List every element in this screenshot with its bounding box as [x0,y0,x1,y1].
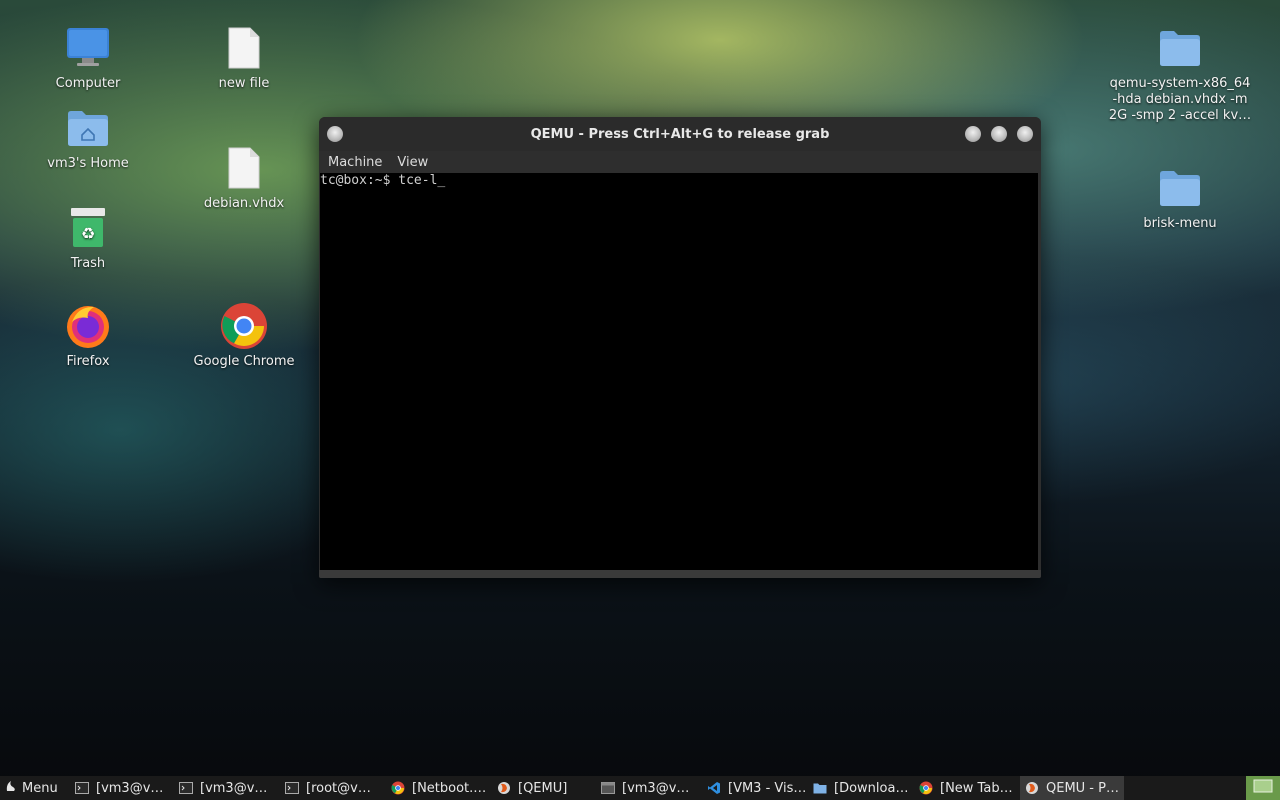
qemu-window-title: QEMU - Press Ctrl+Alt+G to release grab [530,126,830,142]
desktop-icon-label: Trash [70,256,106,271]
menu-machine[interactable]: Machine [328,155,382,170]
task-button[interactable]: [VM3 - Vis… [702,776,808,800]
menu-label: Menu [22,780,58,796]
folder-icon [1156,24,1204,72]
task-button[interactable]: [QEMU] [492,776,596,800]
terminal-icon [178,780,194,796]
maximize-button[interactable] [991,126,1007,142]
desktop-icon-trash[interactable]: ♻ Trash [23,204,153,272]
desktop-icon-label: vm3's Home [47,156,129,171]
desktop-icon-brisk-menu[interactable]: brisk-menu [1115,164,1245,232]
desktop-icon-label: qemu-system-x86_64 -hda debian.vhdx -m 2… [1108,76,1252,123]
taskbar: Menu [vm3@v… [vm3@v… [root@v… [Netboot.…… [0,776,1280,800]
desktop-icon-label: Computer [55,76,121,91]
qemu-window[interactable]: QEMU - Press Ctrl+Alt+G to release grab … [319,117,1041,578]
task-button[interactable]: [vm3@v… [174,776,280,800]
close-button[interactable] [1017,126,1033,142]
window-icon [600,780,616,796]
chrome-icon [918,780,934,796]
desktop-icon-new-file[interactable]: new file [179,24,309,92]
desktop-icon-label: debian.vhdx [203,196,285,211]
desktop-icon-label: Firefox [66,354,110,369]
file-icon [220,144,268,192]
desktop-icon-computer[interactable]: Computer [23,24,153,92]
file-icon [220,24,268,72]
task-button[interactable]: [root@v… [280,776,386,800]
task-label: [New Tab… [940,780,1013,796]
qemu-icon [496,780,512,796]
vscode-icon [706,780,722,796]
chrome-icon [220,302,268,350]
svg-text:♻: ♻ [81,224,95,243]
task-label: [QEMU] [518,780,568,796]
qemu-menubar: Machine View [319,151,1041,173]
desktop-icon-label: new file [218,76,270,91]
trash-icon: ♻ [64,204,112,252]
desktop-icon [1253,779,1273,797]
desktop-icon-label: Google Chrome [193,354,295,369]
task-label: [Netboot.… [412,780,487,796]
terminal-icon [74,780,90,796]
task-label: [Downloa… [834,780,909,796]
desktop-icon-home[interactable]: vm3's Home [23,104,153,172]
task-button-active[interactable]: QEMU - P… [1020,776,1124,800]
terminal-icon [284,780,300,796]
qemu-titlebar[interactable]: QEMU - Press Ctrl+Alt+G to release grab [319,117,1041,151]
show-desktop-button[interactable] [1246,776,1280,800]
qemu-guest-screen[interactable]: tc@box:~$ tce-l_ [320,173,1038,570]
qemu-icon [1024,780,1040,796]
task-button[interactable]: [New Tab… [914,776,1020,800]
folder-icon [812,780,828,796]
desktop-icon-debian-vhdx[interactable]: debian.vhdx [179,144,309,212]
desktop-icon-google-chrome[interactable]: Google Chrome [179,302,309,370]
task-button[interactable]: [Downloa… [808,776,914,800]
task-label: QEMU - P… [1046,780,1119,796]
task-label: [vm3@v… [622,780,690,796]
terminal-line: tc@box:~$ tce-l_ [320,173,446,188]
menu-icon [4,779,18,797]
task-label: [root@v… [306,780,371,796]
desktop-icon-qemu-command[interactable]: qemu-system-x86_64 -hda debian.vhdx -m 2… [1105,24,1255,124]
qemu-bottom-strip [319,570,1041,578]
menu-view[interactable]: View [397,155,428,170]
window-menu-button[interactable] [327,126,343,142]
menu-button[interactable]: Menu [0,776,70,800]
task-button[interactable]: [Netboot.… [386,776,492,800]
minimize-button[interactable] [965,126,981,142]
task-button[interactable]: [vm3@v… [70,776,174,800]
task-label: [vm3@v… [96,780,164,796]
computer-icon [64,24,112,72]
folder-icon [1156,164,1204,212]
task-label: [vm3@v… [200,780,268,796]
chrome-icon [390,780,406,796]
task-label: [VM3 - Vis… [728,780,807,796]
desktop-icon-label: brisk-menu [1143,216,1217,231]
task-button[interactable]: [vm3@v… [596,776,702,800]
firefox-icon [64,302,112,350]
desktop-icon-firefox[interactable]: Firefox [23,302,153,370]
home-folder-icon [64,104,112,152]
